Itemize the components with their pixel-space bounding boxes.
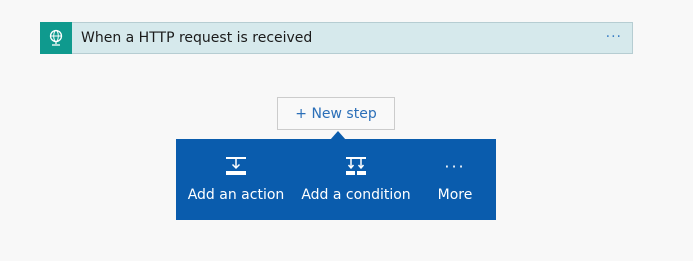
- more-label: More: [437, 187, 473, 203]
- trigger-title: When a HTTP request is received: [81, 30, 313, 46]
- add-action-icon: [225, 155, 247, 177]
- more-dots: ···: [444, 156, 466, 176]
- trigger-card[interactable]: When a HTTP request is received ···: [40, 21, 633, 54]
- add-condition-button[interactable]: Add a condition: [301, 139, 411, 220]
- http-globe-icon: [40, 21, 72, 54]
- add-action-button[interactable]: Add an action: [187, 139, 285, 220]
- new-step-button[interactable]: + New step: [277, 97, 395, 130]
- add-action-label: Add an action: [187, 187, 285, 203]
- trigger-menu-button[interactable]: ···: [606, 29, 622, 45]
- add-condition-label: Add a condition: [301, 187, 411, 203]
- add-condition-icon: [345, 155, 367, 177]
- more-icon: ···: [444, 155, 465, 177]
- more-button[interactable]: ··· More: [430, 139, 480, 220]
- new-step-menu: Add an action Add a condition ··· More: [176, 139, 496, 220]
